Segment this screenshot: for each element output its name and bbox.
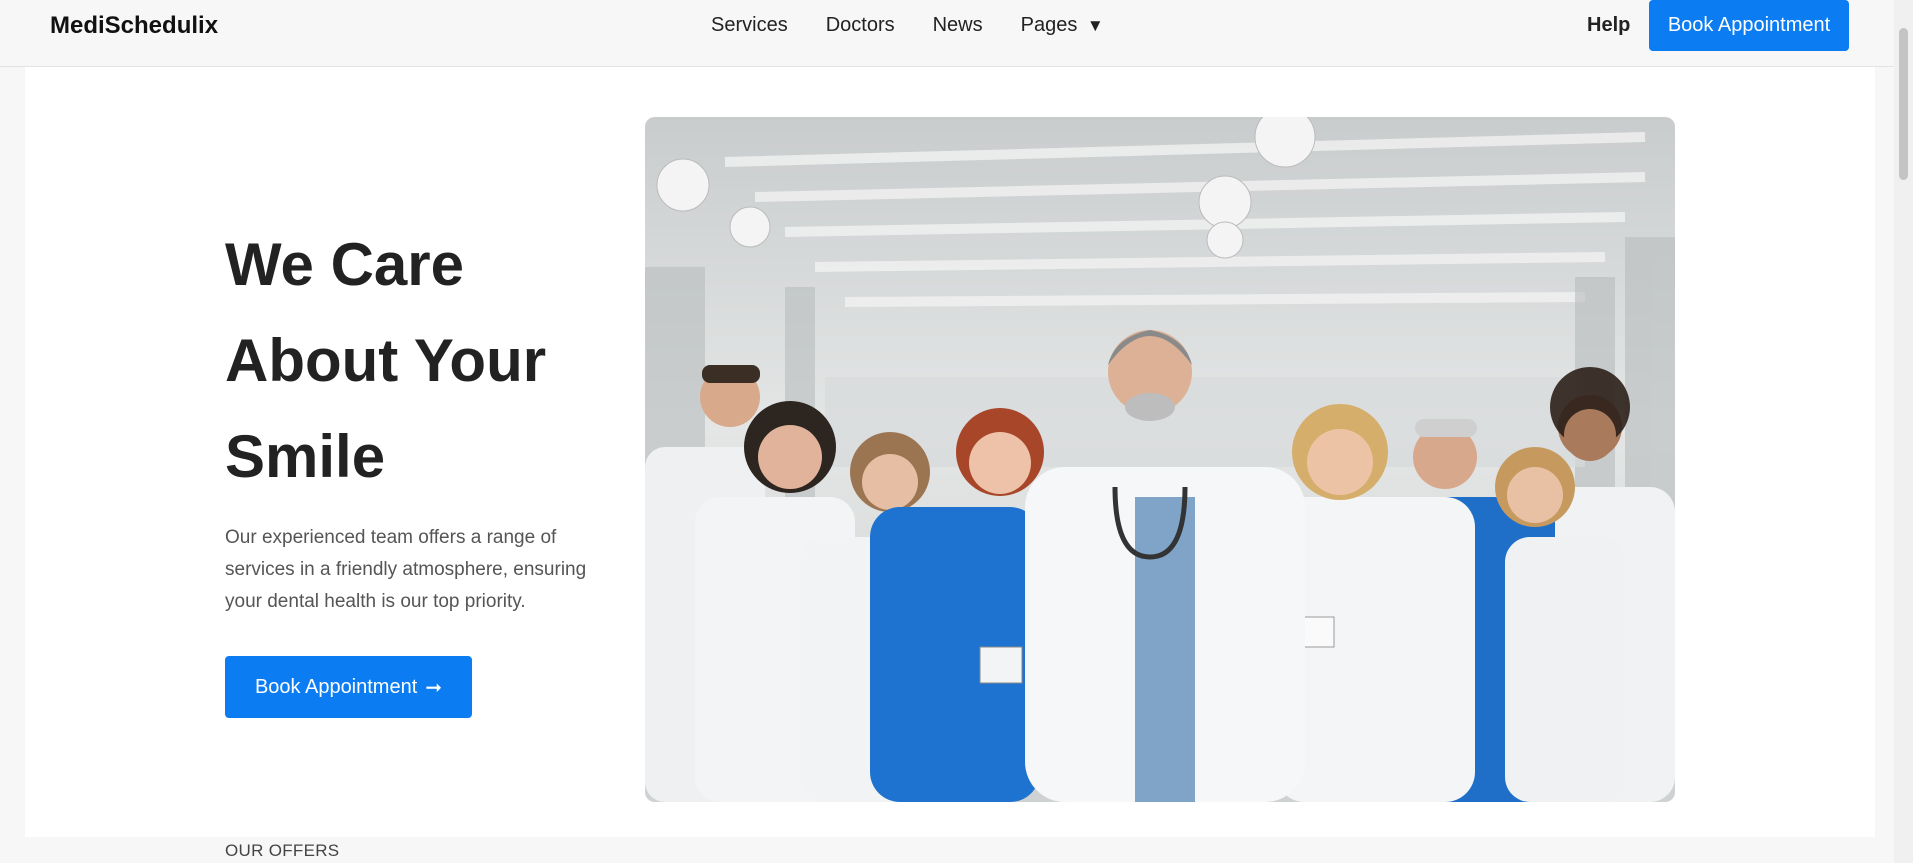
chevron-down-icon: ▼: [1086, 16, 1104, 35]
nav-pages-label: Pages: [1020, 14, 1078, 36]
book-appointment-button-hero[interactable]: Book Appointment ➞: [225, 656, 472, 718]
main-nav: Services Doctors News Pages ▼: [711, 14, 1104, 37]
nav-news[interactable]: News: [933, 14, 983, 37]
hero-title: We Care About Your Smile: [225, 231, 547, 490]
page: MediSchedulix Services Doctors News Page…: [0, 0, 1913, 863]
hero-team-photo: [645, 117, 1675, 802]
hero-section: We Care About Your Smile Our experienced…: [25, 67, 1875, 837]
brand-logo[interactable]: MediSchedulix: [50, 12, 218, 40]
arrow-right-icon: ➞: [425, 676, 443, 699]
book-appointment-button-header[interactable]: Book Appointment: [1649, 0, 1849, 51]
nav-services[interactable]: Services: [711, 14, 788, 37]
nav-pages-dropdown[interactable]: Pages ▼: [1021, 14, 1104, 37]
hero-description: Our experienced team offers a range of s…: [225, 527, 587, 612]
help-link[interactable]: Help: [1587, 14, 1630, 37]
team-photo-illustration: [645, 117, 1675, 802]
offers-section-label: OUR OFFERS: [225, 841, 340, 860]
hero-button-label: Book Appointment: [254, 675, 418, 698]
nav-doctors[interactable]: Doctors: [826, 14, 895, 37]
page-scrollbar[interactable]: [1894, 0, 1913, 863]
top-navbar: MediSchedulix Services Doctors News Page…: [0, 0, 1894, 67]
scrollbar-thumb[interactable]: [1899, 28, 1908, 180]
